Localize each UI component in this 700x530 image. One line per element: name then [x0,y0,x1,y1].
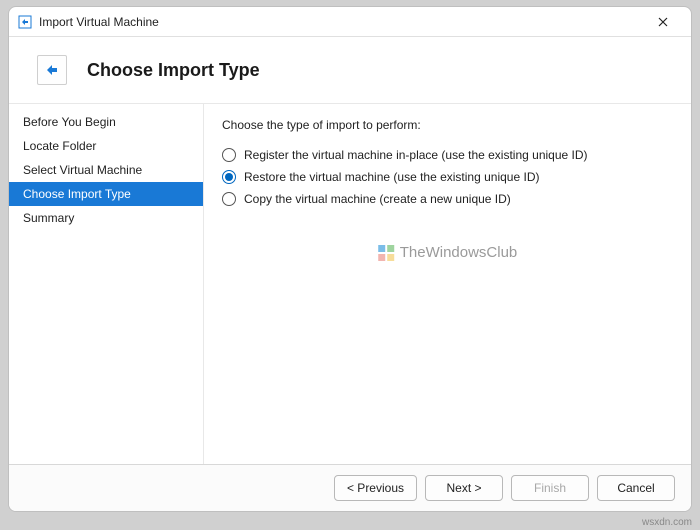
step-choose-import-type[interactable]: Choose Import Type [9,182,203,206]
button-bar: < Previous Next > Finish Cancel [9,464,691,511]
step-locate-folder[interactable]: Locate Folder [9,134,203,158]
source-credit: wsxdn.com [642,517,692,528]
cancel-button[interactable]: Cancel [597,475,675,501]
wizard-window: Import Virtual Machine Choose Import Typ… [8,6,692,512]
option-restore-vm[interactable]: Restore the virtual machine (use the exi… [222,166,673,188]
previous-button[interactable]: < Previous [334,475,417,501]
step-before-you-begin[interactable]: Before You Begin [9,110,203,134]
header-pane: Choose Import Type [9,37,691,103]
app-icon [17,14,33,30]
option-copy-vm[interactable]: Copy the virtual machine (create a new u… [222,188,673,210]
finish-button: Finish [511,475,589,501]
wizard-steps-sidebar: Before You Begin Locate Folder Select Vi… [9,104,204,464]
wizard-icon [37,55,67,85]
window-title: Import Virtual Machine [39,15,643,29]
close-icon [658,17,668,27]
step-select-vm[interactable]: Select Virtual Machine [9,158,203,182]
radio-icon [222,170,236,184]
watermark-text: TheWindowsClub [400,244,518,261]
option-label: Register the virtual machine in-place (u… [244,148,588,162]
option-label: Restore the virtual machine (use the exi… [244,170,539,184]
option-register-in-place[interactable]: Register the virtual machine in-place (u… [222,144,673,166]
instruction-text: Choose the type of import to perform: [222,118,673,132]
close-button[interactable] [643,8,683,36]
content-pane: Choose the type of import to perform: Re… [204,104,691,464]
watermark: TheWindowsClub [378,244,518,261]
next-button[interactable]: Next > [425,475,503,501]
titlebar: Import Virtual Machine [9,7,691,37]
radio-icon [222,148,236,162]
body-pane: Before You Begin Locate Folder Select Vi… [9,103,691,464]
watermark-logo-icon [378,245,394,261]
step-summary[interactable]: Summary [9,206,203,230]
option-label: Copy the virtual machine (create a new u… [244,192,511,206]
page-title: Choose Import Type [87,60,260,81]
radio-icon [222,192,236,206]
